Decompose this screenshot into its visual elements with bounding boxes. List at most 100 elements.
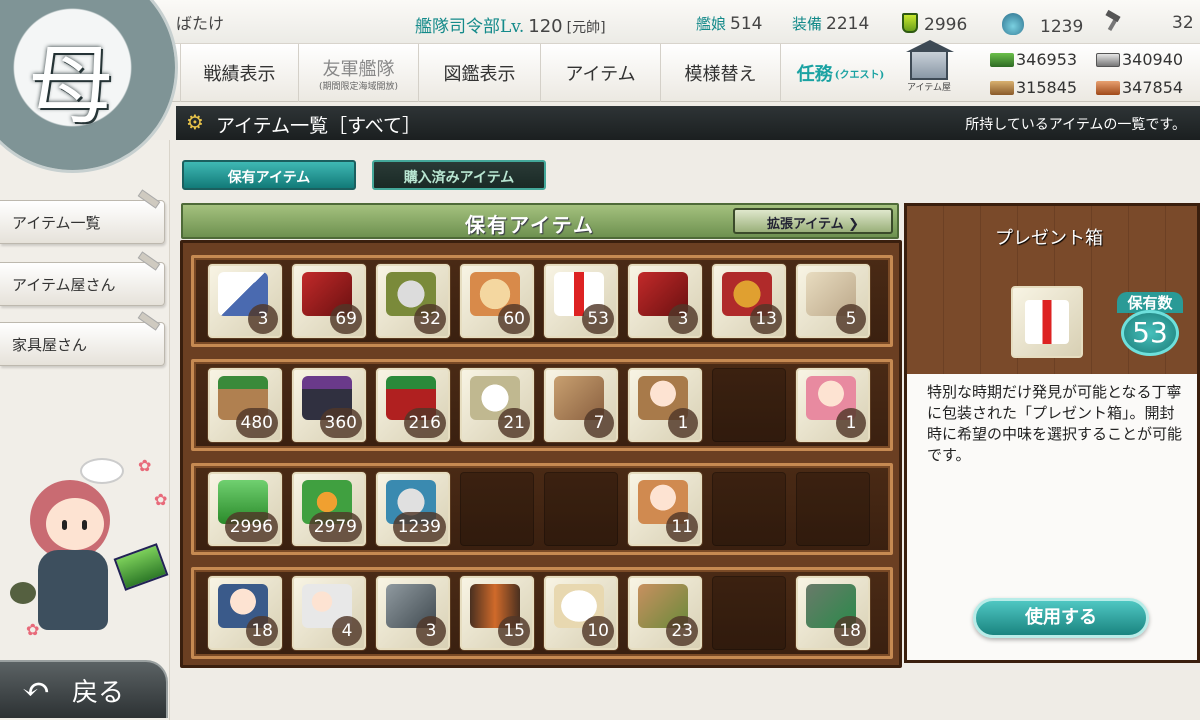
item-slot[interactable]: 480: [208, 368, 282, 442]
expansion-items-button[interactable]: 拡張アイテム ❯: [733, 208, 893, 234]
sidebar-item-furniture-shop[interactable]: 家具屋さん: [0, 311, 165, 366]
item-count-badge: 3: [416, 616, 446, 646]
item-slot[interactable]: 11: [628, 472, 702, 546]
item-slot[interactable]: 32: [376, 264, 450, 338]
item-count-badge: 7: [584, 408, 614, 438]
item-slot[interactable]: 1239: [376, 472, 450, 546]
item-slot[interactable]: 18: [208, 576, 282, 650]
item-count-badge: 32: [414, 304, 446, 334]
tab-owned-items[interactable]: 保有アイテム: [182, 160, 356, 190]
item-count-badge: 216: [403, 408, 446, 438]
ammo-icon: [990, 80, 1014, 95]
item-slot[interactable]: 21: [460, 368, 534, 442]
nav-tab-items[interactable]: アイテム: [540, 44, 660, 102]
nav-tab-library[interactable]: 図鑑表示: [418, 44, 540, 102]
bucket-count: 2996: [902, 13, 967, 35]
nav-tab-quests[interactable]: 任務 (クエスト): [780, 44, 900, 102]
sidebar-item-item-list[interactable]: アイテム一覧: [0, 189, 165, 244]
item-slot[interactable]: 3: [208, 264, 282, 338]
item-count-badge: 10: [582, 616, 614, 646]
devmat-count-value: 1239: [1040, 17, 1084, 37]
bucket-count-value: 2996: [924, 15, 968, 35]
fuel-icon: [990, 52, 1014, 67]
tab-purchased-items[interactable]: 購入済みアイテム: [372, 160, 546, 190]
nav-tab-friend-fleet[interactable]: 友軍艦隊 (期間限定海域開放): [298, 44, 418, 102]
item-slot[interactable]: 1: [796, 368, 870, 442]
empty-slot: [796, 472, 870, 546]
tab-label: 保有アイテム: [227, 170, 311, 186]
equip-count-value: 2214: [826, 14, 870, 34]
item-slot[interactable]: 216: [376, 368, 450, 442]
item-slot[interactable]: 2996: [208, 472, 282, 546]
mascot-character[interactable]: [10, 450, 170, 650]
item-slot[interactable]: 3: [628, 264, 702, 338]
empty-slot: [544, 472, 618, 546]
item-detail-panel: プレゼント箱 保有数 53 特別な時期だけ発見が可能となる丁寧に包装された「プレ…: [904, 203, 1200, 663]
back-arrow-icon: ↶: [22, 670, 51, 710]
item-detail-header: プレゼント箱 保有数 53: [907, 206, 1197, 366]
screw-count-value: 32: [1172, 13, 1194, 33]
item-count-badge: 4: [332, 616, 362, 646]
item-count-badge: 23: [666, 616, 698, 646]
screen-title: アイテム一覧［すべて］: [216, 115, 422, 137]
item-slot[interactable]: 13: [712, 264, 786, 338]
gear-icon: ⚙: [186, 110, 204, 134]
item-slot[interactable]: 360: [292, 368, 366, 442]
sidebar-item-item-shop[interactable]: アイテム屋さん: [0, 251, 165, 306]
item-count-badge: 3: [248, 304, 278, 334]
mascot-eye: [62, 520, 67, 530]
nav-tab-label: 模様替え: [684, 64, 757, 85]
nav-tab-label: 戦績表示: [203, 64, 276, 85]
item-count-badge: 18: [834, 616, 866, 646]
item-slot[interactable]: 4: [292, 576, 366, 650]
item-slot[interactable]: 18: [796, 576, 870, 650]
hq-level: 艦隊司令部Lv. 120 [元帥]: [415, 12, 606, 37]
item-slot[interactable]: 10: [544, 576, 618, 650]
bauxite-resource: 347854: [1096, 78, 1183, 97]
item-slot[interactable]: 53: [544, 264, 618, 338]
item-slot[interactable]: 5: [796, 264, 870, 338]
empty-slot: [712, 472, 786, 546]
item-count-badge: 53: [582, 304, 614, 334]
item-shop-button[interactable]: アイテム屋: [902, 40, 956, 100]
item-count-badge: 1: [836, 408, 866, 438]
item-slot[interactable]: 15: [460, 576, 534, 650]
item-slot[interactable]: 60: [460, 264, 534, 338]
sidebar-item-label: アイテム一覧: [12, 214, 101, 232]
item-slot[interactable]: 23: [628, 576, 702, 650]
nav-tab-furniture[interactable]: 模様替え: [660, 44, 780, 102]
item-count-badge: 15: [498, 616, 530, 646]
owned-items-title: 保有アイテム: [465, 213, 595, 237]
mascot-bag: [10, 582, 36, 604]
use-button[interactable]: 使用する: [973, 598, 1149, 638]
back-button[interactable]: ↶ 戻る: [0, 660, 168, 718]
nav-tab-label: アイテム: [565, 64, 636, 85]
item-slot[interactable]: 3: [376, 576, 450, 650]
back-label: 戻る: [72, 678, 125, 708]
item-slot[interactable]: 7: [544, 368, 618, 442]
hair-bow: [80, 458, 124, 484]
item-count-badge: 1239: [392, 512, 446, 542]
item-slot[interactable]: 2979: [292, 472, 366, 546]
ship-count: 艦娘 514: [696, 13, 762, 34]
mascot-face: [46, 498, 104, 550]
item-count-badge: 21: [498, 408, 530, 438]
item-count-badge: 5: [836, 304, 866, 334]
mascot-eye: [82, 520, 87, 530]
item-slot[interactable]: 69: [292, 264, 366, 338]
green-box: [113, 543, 169, 591]
shelf-row: 480 360 216 21 7 1 1: [191, 359, 893, 451]
nav-tab-record[interactable]: 戦績表示: [180, 44, 298, 102]
item-count-badge: 480: [235, 408, 278, 438]
bucket-icon: [902, 13, 918, 33]
gift-box-icon: [1011, 286, 1083, 358]
status-bar: ばたけ 艦隊司令部Lv. 120 [元帥] 艦娘 514 装備 2214 2996 12…: [0, 0, 1200, 44]
nav-tab-label: 友軍艦隊: [322, 58, 395, 80]
empty-slot: [460, 472, 534, 546]
hq-level-value: 120: [528, 16, 563, 37]
shop-house-icon: [906, 40, 954, 80]
item-count-badge: 1: [668, 408, 698, 438]
item-slot[interactable]: 1: [628, 368, 702, 442]
bauxite-value: 347854: [1122, 78, 1184, 97]
owned-items-header: 保有アイテム 拡張アイテム ❯: [181, 203, 899, 239]
